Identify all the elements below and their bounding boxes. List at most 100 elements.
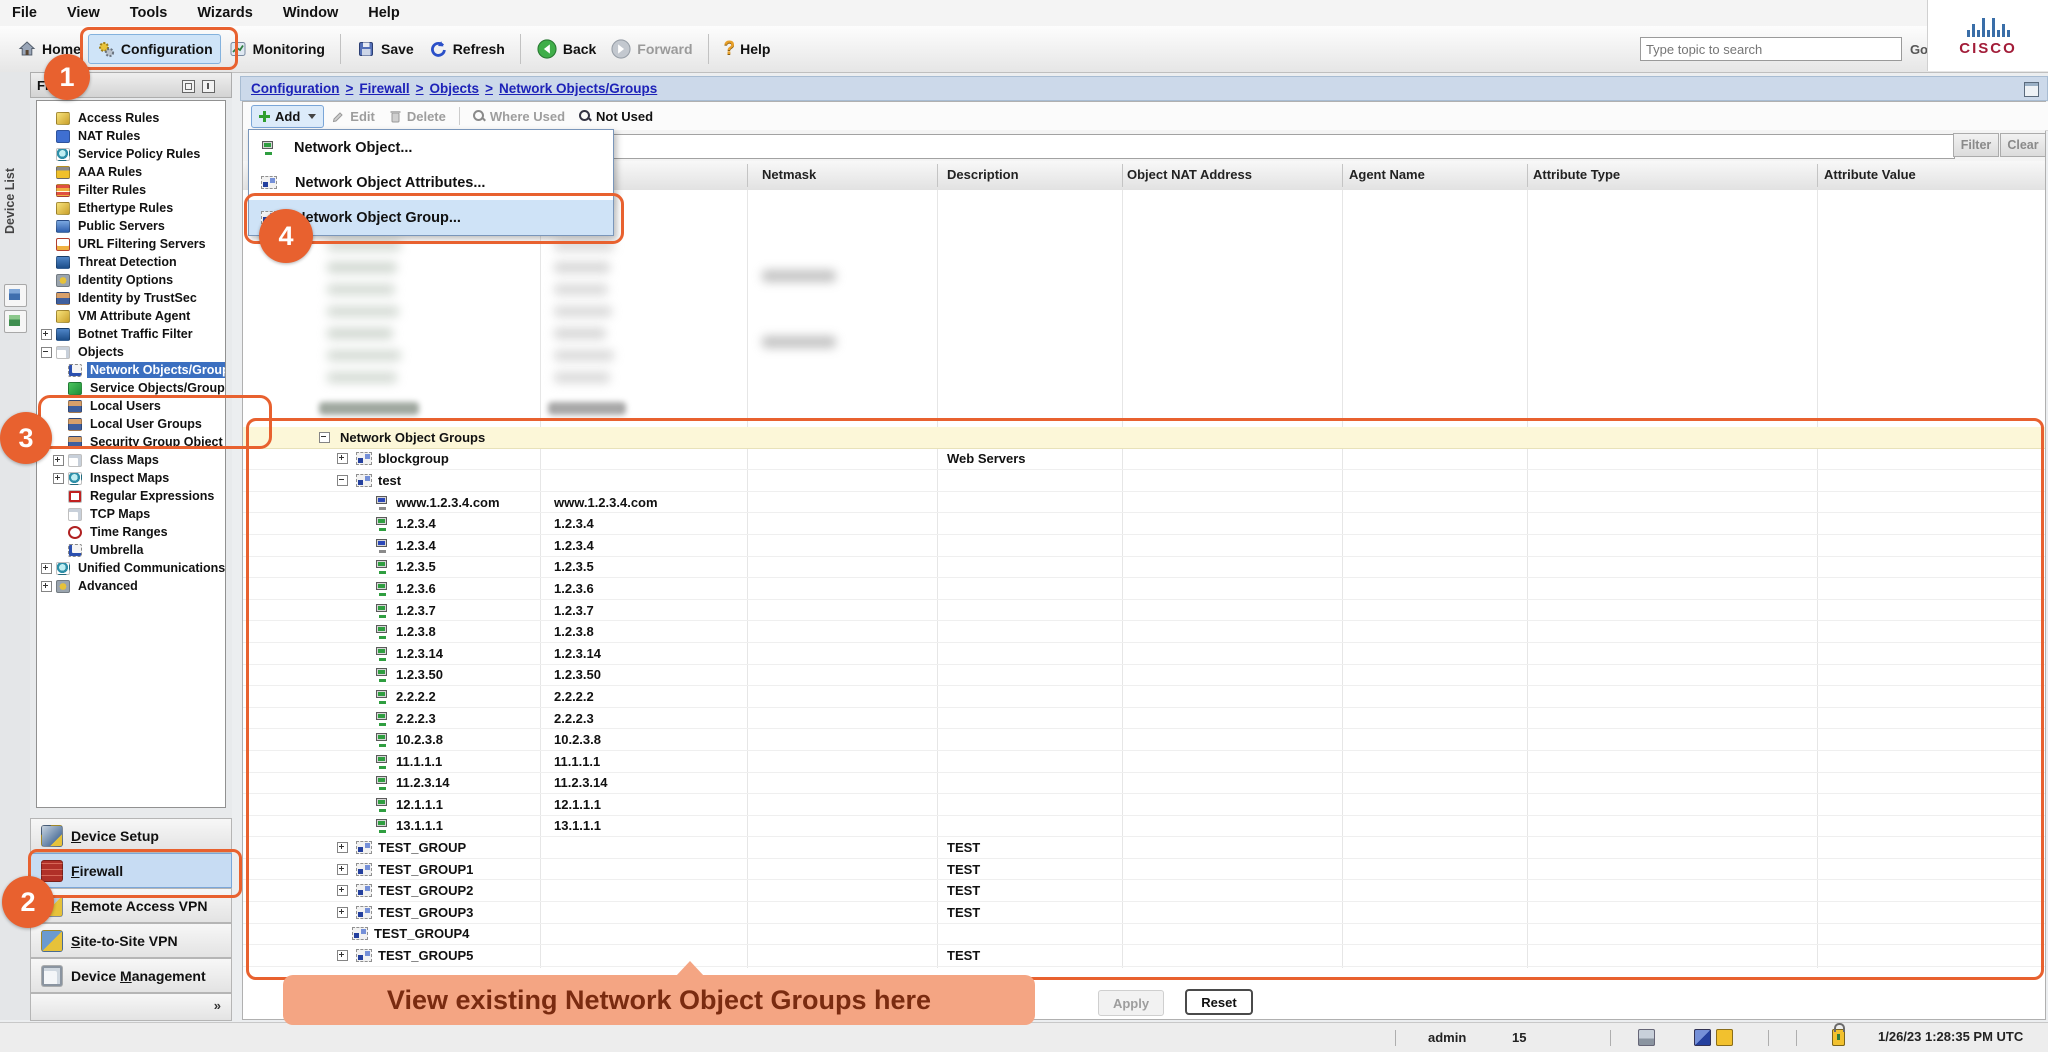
expander-plus-icon[interactable] [41,581,52,592]
tree-item-public-servers[interactable]: Public Servers [37,217,225,235]
table-row[interactable]: TEST_GROUP3TEST [243,902,2045,924]
table-row[interactable]: 11.1.1.111.1.1.1 [243,751,2045,773]
nav-device-management[interactable]: Device Management [30,958,232,993]
tree-item-service-objects-groups[interactable]: Service Objects/Groups [37,379,225,397]
nav-site-to-site-vpn[interactable]: Site-to-Site VPN [30,923,232,958]
refresh-button[interactable]: Refresh [421,35,512,63]
reset-button[interactable]: Reset [1185,989,1253,1015]
menu-window[interactable]: Window [283,5,338,21]
menu-file[interactable]: File [12,5,37,21]
tree-item-regular-expressions[interactable]: Regular Expressions [37,487,225,505]
nav-overflow[interactable]: » [30,993,232,1021]
menu-view[interactable]: View [67,5,100,21]
table-row[interactable]: TEST_GROUP_RENAMEDTEST [243,967,2045,968]
device-list-tab[interactable]: Device List [3,168,17,234]
col-agent-name[interactable]: Agent Name [1349,167,1425,182]
tree-item-class-maps[interactable]: Class Maps [37,451,225,469]
tree-item-nat-rules[interactable]: NAT Rules [37,127,225,145]
table-row[interactable]: test [243,470,2045,492]
tree-item-url-filtering-servers[interactable]: URL Filtering Servers [37,235,225,253]
device-icon[interactable] [4,310,27,333]
delete-button[interactable]: Delete [382,106,453,127]
maximize-pane-icon[interactable] [2024,82,2039,97]
tree-item-tcp-maps[interactable]: TCP Maps [37,505,225,523]
edit-button[interactable]: Edit [324,106,382,127]
where-used-button[interactable]: Where Used [466,106,572,127]
table-row[interactable]: TEST_GROUP2TEST [243,880,2045,902]
expander-plus-icon[interactable] [41,563,52,574]
crumb-configuration[interactable]: Configuration [251,81,339,96]
tree-item-service-policy-rules[interactable]: Service Policy Rules [37,145,225,163]
crumb-objects[interactable]: Objects [430,81,480,96]
table-row[interactable]: TEST_GROUP5TEST [243,945,2045,967]
pin-panel-icon[interactable] [202,80,215,93]
tree-item-botnet-traffic-filter[interactable]: Botnet Traffic Filter [37,325,225,343]
expander-plus-icon[interactable] [337,864,348,875]
save-button[interactable]: Save [349,35,421,63]
col-netmask[interactable]: Netmask [762,167,816,182]
crumb-network-objects-groups[interactable]: Network Objects/Groups [499,81,657,96]
tree-item-identity-by-trustsec[interactable]: Identity by TrustSec [37,289,225,307]
tree-item-network-objects-groups[interactable]: Network Objects/Groups [37,361,225,379]
tree-item-local-users[interactable]: Local Users [37,397,225,415]
tree-item-inspect-maps[interactable]: Inspect Maps [37,469,225,487]
table-row[interactable]: 10.2.3.810.2.3.8 [243,729,2045,751]
expander-plus-icon[interactable] [337,453,348,464]
table-row[interactable]: 13.1.1.113.1.1.1 [243,816,2045,838]
tree-item-threat-detection[interactable]: Threat Detection [37,253,225,271]
expander-plus-icon[interactable] [53,455,64,466]
table-row[interactable]: 1.2.3.81.2.3.8 [243,621,2045,643]
expander-plus-icon[interactable] [53,473,64,484]
table-row[interactable]: 2.2.2.32.2.2.3 [243,708,2045,730]
monitoring-button[interactable]: Monitoring [221,35,332,63]
clear-button[interactable]: Clear [2000,133,2046,157]
table-row[interactable]: 1.2.3.41.2.3.4 [243,513,2045,535]
col-object-nat-address[interactable]: Object NAT Address [1127,167,1252,182]
table-row[interactable]: TEST_GROUP4 [243,924,2045,946]
table-row[interactable]: www.1.2.3.4.comwww.1.2.3.4.com [243,492,2045,514]
filter-button[interactable]: Filter [1953,133,1999,157]
table-row[interactable]: 12.1.1.112.1.1.1 [243,794,2045,816]
not-used-button[interactable]: Not Used [572,106,660,127]
table-row[interactable]: 1.2.3.41.2.3.4 [243,535,2045,557]
expander-minus-icon[interactable] [319,432,330,443]
back-button[interactable]: Back [529,34,603,64]
apply-button[interactable]: Apply [1098,990,1164,1016]
forward-button[interactable]: Forward [603,34,699,64]
expander-plus-icon[interactable] [337,950,348,961]
table-row[interactable]: TEST_GROUPTEST [243,837,2045,859]
table-row[interactable]: 1.2.3.61.2.3.6 [243,578,2045,600]
search-input[interactable] [1640,37,1902,61]
float-panel-icon[interactable] [182,80,195,93]
expander-plus-icon[interactable] [337,842,348,853]
tree-item-advanced[interactable]: Advanced [37,577,225,595]
crumb-firewall[interactable]: Firewall [359,81,409,96]
menu-tools[interactable]: Tools [130,5,168,21]
nav-remote-access-vpn[interactable]: Remote Access VPN [30,888,232,923]
tree-item-time-ranges[interactable]: Time Ranges [37,523,225,541]
expander-plus-icon[interactable] [337,885,348,896]
tree-item-security-group-object-groups[interactable]: Security Group Object Groups [37,433,225,451]
tree-item-access-rules[interactable]: Access Rules [37,109,225,127]
device-icon[interactable] [4,284,27,307]
table-row[interactable]: 11.2.3.1411.2.3.14 [243,773,2045,795]
menu-item-network-object-attributes[interactable]: Network Object Attributes... [249,165,613,200]
table-row[interactable]: 1.2.3.71.2.3.7 [243,600,2045,622]
menu-item-network-object[interactable]: Network Object... [249,130,613,165]
col-attribute-type[interactable]: Attribute Type [1533,167,1620,182]
tree-item-umbrella[interactable]: Umbrella [37,541,225,559]
help-button[interactable]: ? Help [717,34,778,64]
expander-minus-icon[interactable] [41,347,52,358]
tree-item-objects[interactable]: Objects [37,343,225,361]
configuration-button[interactable]: Configuration [88,34,221,64]
tree-item-unified-communications[interactable]: Unified Communications [37,559,225,577]
table-row[interactable]: 2.2.2.22.2.2.2 [243,686,2045,708]
menu-wizards[interactable]: Wizards [197,5,252,21]
tree-item-ethertype-rules[interactable]: Ethertype Rules [37,199,225,217]
table-row[interactable]: TEST_GROUP1TEST [243,859,2045,881]
expander-minus-icon[interactable] [337,475,348,486]
tree-item-vm-attribute-agent[interactable]: VM Attribute Agent [37,307,225,325]
add-button[interactable]: Add [251,105,324,128]
menu-help[interactable]: Help [368,5,399,21]
nav-device-setup[interactable]: Device Setup [30,818,232,853]
